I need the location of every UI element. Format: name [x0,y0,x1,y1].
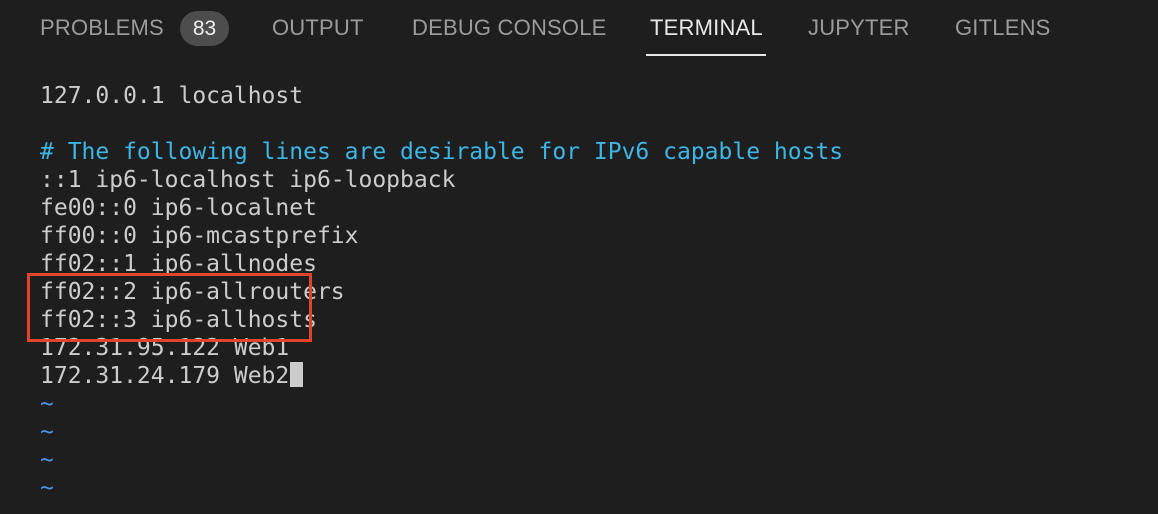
terminal-line: ff02::2 ip6-allrouters [40,279,345,305]
terminal-line: ::1 ip6-localhost ip6-loopback [40,167,456,193]
terminal-line: ff02::3 ip6-allhosts [40,307,317,333]
empty-line-marker: ~ [40,419,54,445]
tab-terminal[interactable]: TERMINAL [650,0,763,56]
problems-count-badge: 83 [180,11,229,46]
tab-output[interactable]: OUTPUT [272,0,364,56]
tab-jupyter[interactable]: JUPYTER [808,0,910,56]
tab-gitlens[interactable]: GITLENS [955,0,1051,56]
terminal-output[interactable]: 127.0.0.1 localhost # The following line… [0,58,1158,514]
empty-line-marker: ~ [40,475,54,501]
tab-debug-console[interactable]: DEBUG CONSOLE [412,0,607,56]
terminal-line: ff02::1 ip6-allnodes [40,251,317,277]
active-tab-indicator [646,54,766,56]
terminal-line-web2-text: 172.31.24.179 Web2 [40,363,290,389]
terminal-line: fe00::0 ip6-localnet [40,195,317,221]
terminal-line: 127.0.0.1 localhost [40,83,304,109]
terminal-line: ff00::0 ip6-mcastprefix [40,223,359,249]
bottom-panel: PROBLEMS 83 OUTPUT DEBUG CONSOLE TERMINA… [0,0,1158,514]
terminal-line-web2: 172.31.24.179 Web2 [40,362,304,390]
empty-line-marker: ~ [40,447,54,473]
panel-tab-bar: PROBLEMS 83 OUTPUT DEBUG CONSOLE TERMINA… [0,0,1158,58]
tab-problems[interactable]: PROBLEMS [40,0,164,56]
terminal-line-web1: 172.31.95.122 Web1 [40,335,290,361]
terminal-comment-line: # The following lines are desirable for … [40,139,844,165]
text-cursor [290,362,304,387]
empty-line-marker: ~ [40,391,54,417]
